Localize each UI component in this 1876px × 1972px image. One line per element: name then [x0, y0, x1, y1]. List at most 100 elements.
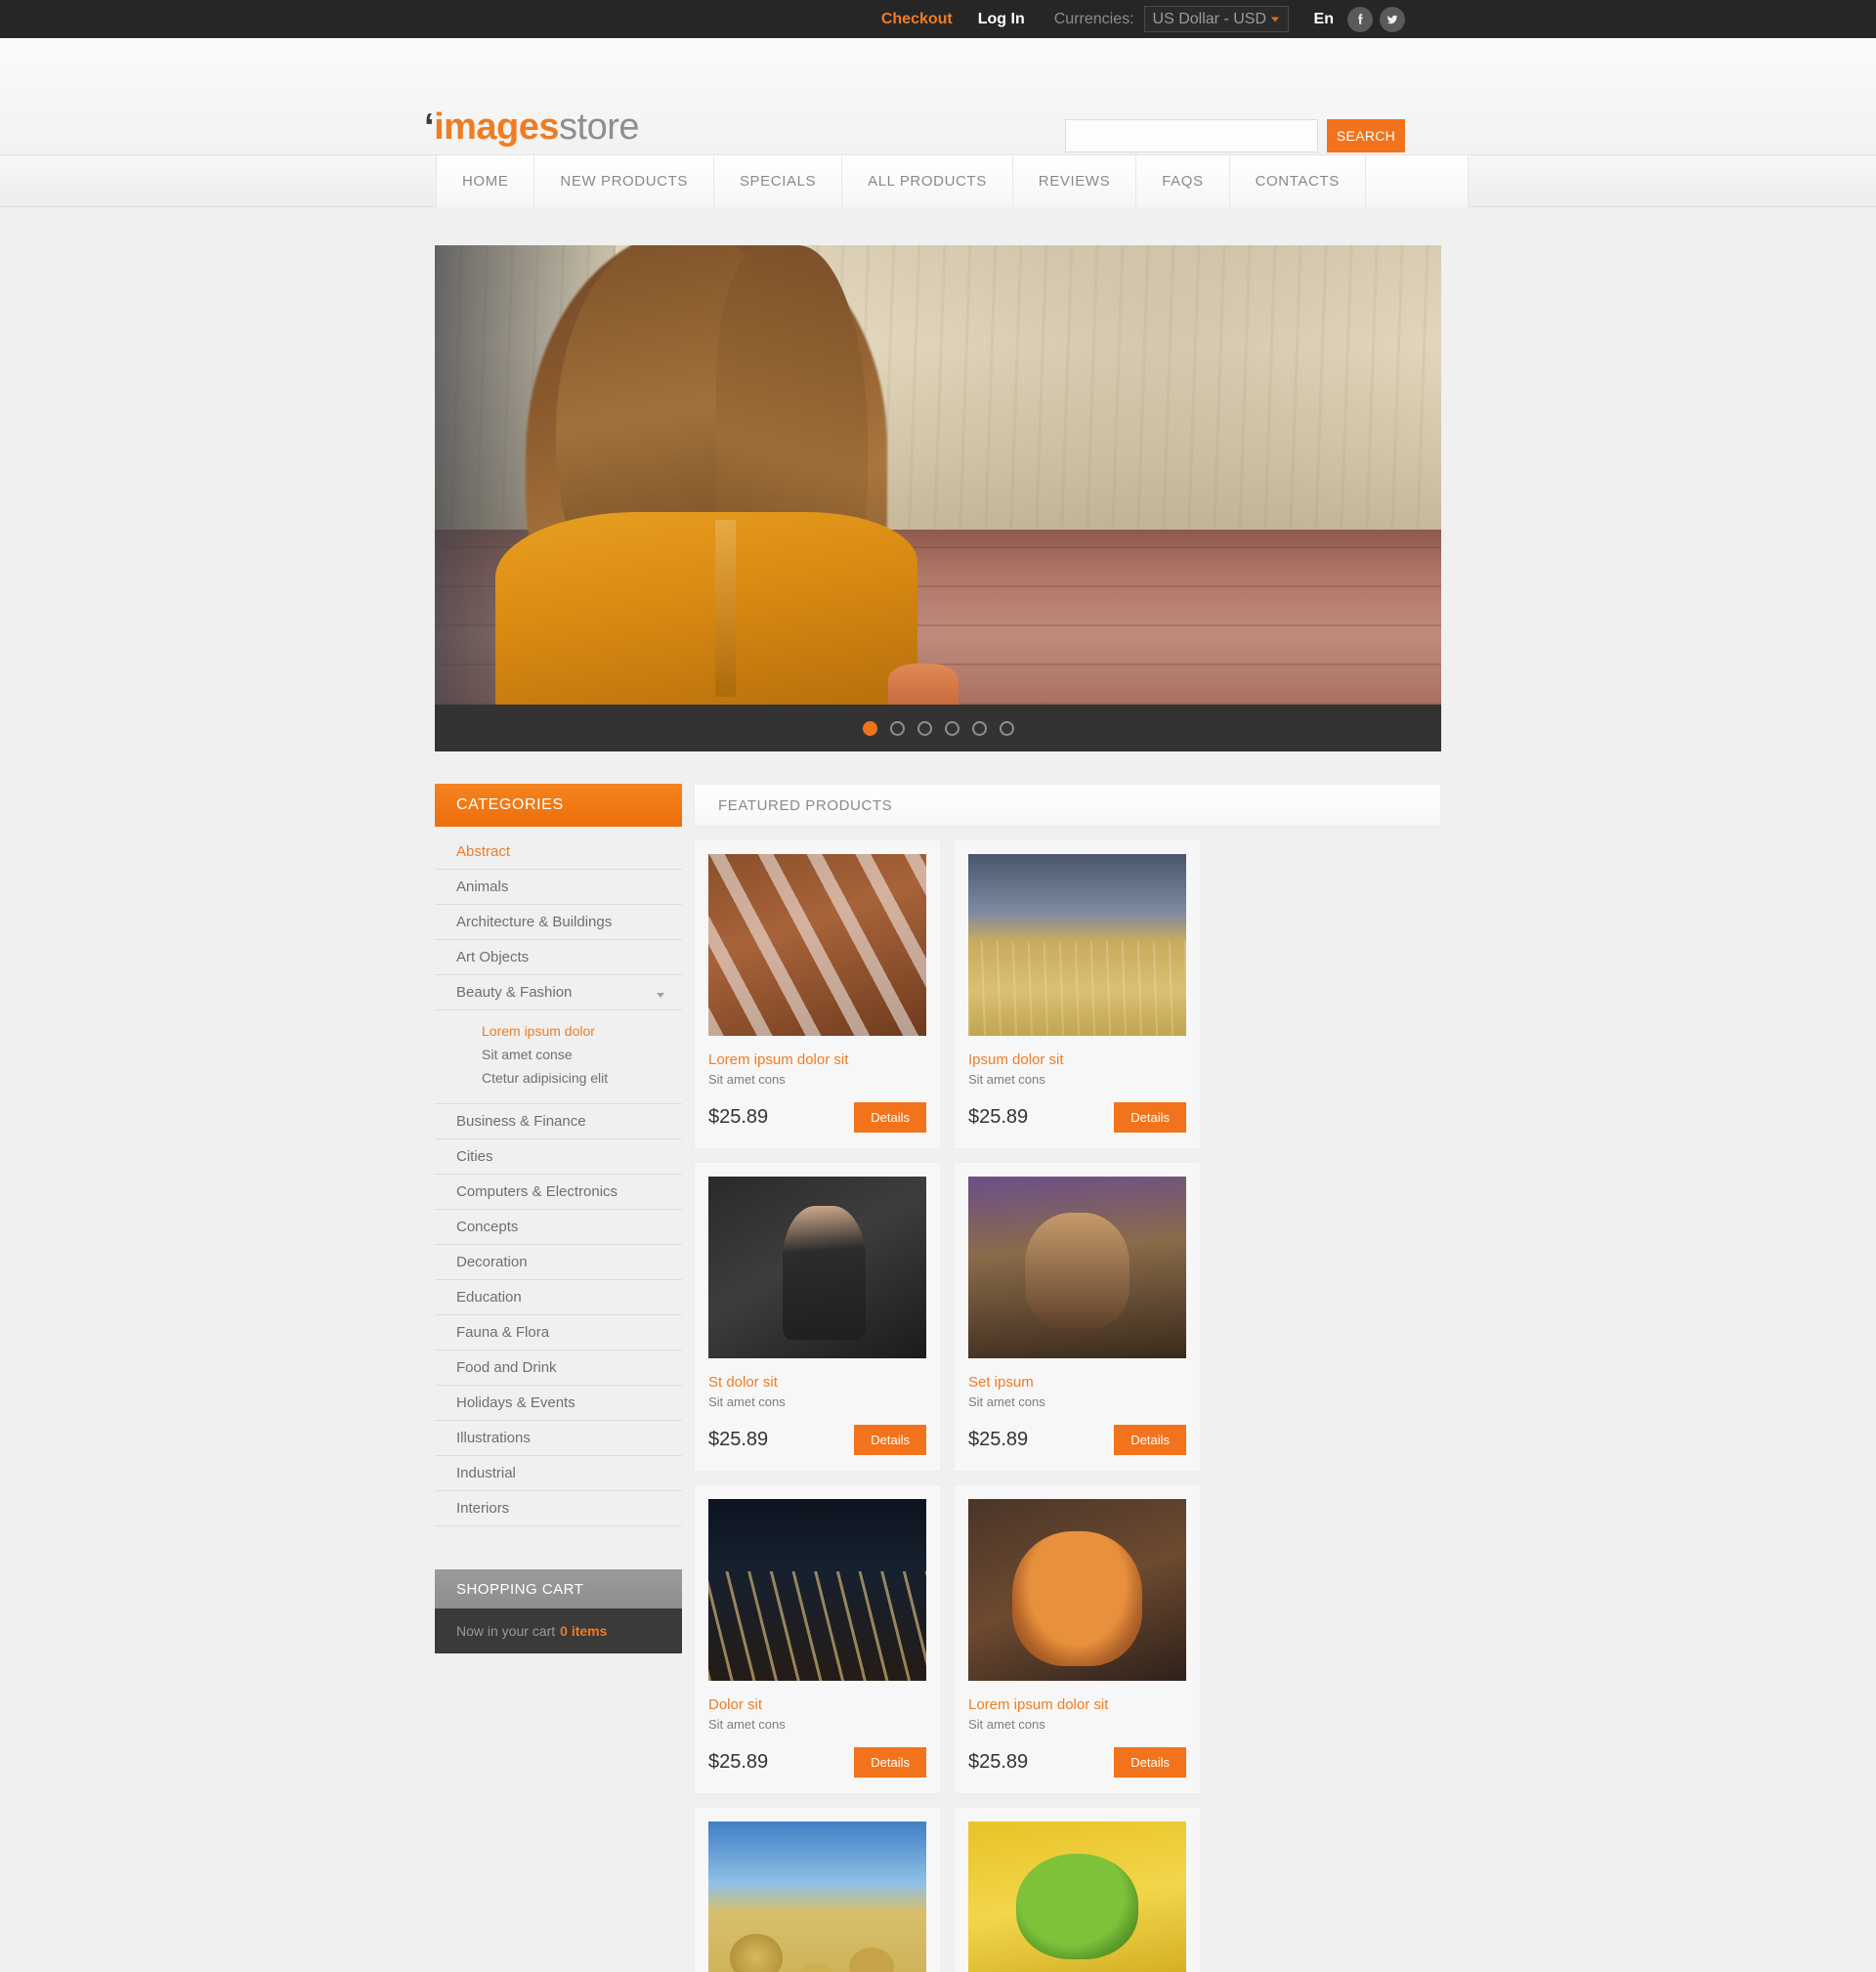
nav-item-reviews[interactable]: REVIEWS	[1012, 155, 1137, 207]
product-title[interactable]: St dolor sit	[708, 1374, 926, 1391]
product-price: $25.89	[968, 1429, 1029, 1450]
site-logo[interactable]: ‘imagesstore	[424, 107, 640, 148]
product-title[interactable]: Lorem ipsum dolor sit	[968, 1696, 1186, 1713]
hero-dot-3[interactable]	[917, 720, 932, 736]
categories-header: CATEGORIES	[435, 784, 682, 827]
product-card[interactable]: Lorem ipsum dolor Sit amet cons $25.89 D…	[954, 1807, 1201, 1972]
product-thumbnail[interactable]	[708, 1499, 926, 1681]
sidebar-item-education[interactable]: Education	[435, 1280, 682, 1315]
hero-dot-1[interactable]	[862, 720, 877, 736]
product-title[interactable]: Ipsum dolor sit	[968, 1051, 1186, 1068]
chevron-down-icon	[657, 993, 664, 998]
details-button[interactable]: Details	[1114, 1747, 1186, 1778]
product-thumbnail[interactable]	[968, 854, 1186, 1036]
product-title[interactable]: Lorem ipsum dolor sit	[708, 1051, 926, 1068]
nav-filler	[1365, 155, 1469, 207]
product-price: $25.89	[968, 1106, 1029, 1128]
top-utility-bar: Checkout Log In Currencies: US Dollar - …	[0, 0, 1876, 38]
hero-dot-5[interactable]	[971, 720, 987, 736]
product-thumbnail[interactable]	[968, 1177, 1186, 1358]
nav-item-new-products[interactable]: NEW PRODUCTS	[534, 155, 714, 207]
product-price: $25.89	[708, 1106, 769, 1128]
product-subtitle: Sit amet cons	[968, 1394, 1045, 1409]
product-card[interactable]: Lorem ipsum dolor sit Sit amet cons $25.…	[694, 839, 941, 1149]
sidebar-item-decoration[interactable]: Decoration	[435, 1245, 682, 1280]
sidebar-item-architecture-buildings[interactable]: Architecture & Buildings	[435, 905, 682, 940]
product-image	[708, 1499, 926, 1681]
product-card[interactable]: Set ipsum Sit amet cons $25.89 Details	[954, 1162, 1201, 1472]
sidebar-item-food-and-drink[interactable]: Food and Drink	[435, 1350, 682, 1386]
product-card[interactable]: Dolor sit Sit amet cons $25.89 Details	[694, 1484, 941, 1794]
details-button[interactable]: Details	[1114, 1102, 1186, 1133]
product-subtitle: Sit amet cons	[968, 1072, 1045, 1087]
details-button[interactable]: Details	[854, 1425, 926, 1455]
hero-dot-2[interactable]	[889, 720, 905, 736]
sidebar-item-beauty-fashion[interactable]: Beauty & Fashion	[435, 975, 682, 1010]
product-image	[968, 1499, 1186, 1681]
cart-status-text: Now in your cart	[456, 1623, 556, 1639]
nav-item-contacts[interactable]: CONTACTS	[1229, 155, 1366, 207]
hero-dot-6[interactable]	[999, 720, 1014, 736]
main-column: FEATURED PRODUCTS Lorem ipsum dolor sit …	[694, 784, 1441, 1972]
checkout-link[interactable]: Checkout	[881, 11, 953, 28]
sidebar-item-computers-electronics[interactable]: Computers & Electronics	[435, 1175, 682, 1210]
search-button[interactable]: SEARCH	[1327, 119, 1405, 152]
search-input[interactable]	[1065, 119, 1318, 152]
subcategory-sit-amet-conse[interactable]: Sit amet conse	[435, 1043, 682, 1066]
twitter-icon[interactable]	[1380, 6, 1405, 32]
product-thumbnail[interactable]	[708, 854, 926, 1036]
sidebar-item-interiors[interactable]: Interiors	[435, 1491, 682, 1526]
details-button[interactable]: Details	[854, 1102, 926, 1133]
sidebar-item-art-objects[interactable]: Art Objects	[435, 940, 682, 975]
sidebar-item-illustrations[interactable]: Illustrations	[435, 1421, 682, 1456]
product-title[interactable]: Dolor sit	[708, 1696, 926, 1713]
product-card[interactable]: Ipsum dolor sit Sit amet cons $25.89 Det…	[954, 839, 1201, 1149]
categories-list: Abstract Animals Architecture & Building…	[435, 835, 682, 1526]
sidebar-item-animals[interactable]: Animals	[435, 870, 682, 905]
currency-select[interactable]: US Dollar - USD	[1143, 6, 1289, 32]
product-thumbnail[interactable]	[708, 1177, 926, 1358]
product-footer: $25.89 Details	[968, 1425, 1186, 1455]
product-card[interactable]: Lorem it Sit amet cons $25.89 Details	[694, 1807, 941, 1972]
language-selector[interactable]: En	[1314, 11, 1334, 28]
product-price: $25.89	[708, 1751, 769, 1773]
nav-item-home[interactable]: HOME	[436, 155, 535, 207]
subcategories-list: Lorem ipsum dolor Sit amet conse Ctetur …	[435, 1010, 682, 1104]
sidebar-item-fauna-flora[interactable]: Fauna & Flora	[435, 1315, 682, 1350]
sidebar-item-holidays-events[interactable]: Holidays & Events	[435, 1386, 682, 1421]
sidebar-item-industrial[interactable]: Industrial	[435, 1456, 682, 1491]
details-button[interactable]: Details	[1114, 1425, 1186, 1455]
facebook-icon[interactable]	[1347, 6, 1373, 32]
product-title[interactable]: Set ipsum	[968, 1374, 1186, 1391]
product-thumbnail[interactable]	[968, 1822, 1186, 1972]
sidebar-item-business-finance[interactable]: Business & Finance	[435, 1104, 682, 1139]
nav-item-all-products[interactable]: ALL PRODUCTS	[842, 155, 1013, 207]
content-columns: CATEGORIES Abstract Animals Architecture…	[435, 784, 1441, 1972]
product-grid: Lorem ipsum dolor sit Sit amet cons $25.…	[694, 839, 1441, 1972]
sidebar-item-concepts[interactable]: Concepts	[435, 1210, 682, 1245]
logo-primary: images	[434, 107, 560, 148]
subcategory-lorem-ipsum-dolor[interactable]: Lorem ipsum dolor	[435, 1019, 682, 1043]
sidebar-item-cities[interactable]: Cities	[435, 1139, 682, 1175]
product-footer: $25.89 Details	[708, 1102, 926, 1133]
sidebar-item-abstract[interactable]: Abstract	[435, 835, 682, 870]
product-thumbnail[interactable]	[708, 1822, 926, 1972]
hero-slider[interactable]	[435, 245, 1441, 751]
currency-value: US Dollar - USD	[1152, 10, 1267, 27]
login-link[interactable]: Log In	[978, 11, 1025, 28]
main-navigation: HOME NEW PRODUCTS SPECIALS ALL PRODUCTS …	[0, 155, 1876, 207]
product-subtitle: Sit amet cons	[708, 1072, 786, 1087]
hero-dot-4[interactable]	[944, 720, 959, 736]
product-card[interactable]: St dolor sit Sit amet cons $25.89 Detail…	[694, 1162, 941, 1472]
product-image	[708, 1822, 926, 1972]
logo-quote: ‘	[424, 107, 435, 148]
hero-pagination	[435, 705, 1441, 751]
subcategory-ctetur-adipisicing-elit[interactable]: Ctetur adipisicing elit	[435, 1066, 682, 1090]
nav-item-specials[interactable]: SPECIALS	[713, 155, 843, 207]
details-button[interactable]: Details	[854, 1747, 926, 1778]
product-thumbnail[interactable]	[968, 1499, 1186, 1681]
nav-item-faqs[interactable]: FAQS	[1136, 155, 1230, 207]
product-card[interactable]: Lorem ipsum dolor sit Sit amet cons $25.…	[954, 1484, 1201, 1794]
page-root: Checkout Log In Currencies: US Dollar - …	[0, 0, 1876, 1972]
nav-list: HOME NEW PRODUCTS SPECIALS ALL PRODUCTS …	[436, 155, 1469, 207]
